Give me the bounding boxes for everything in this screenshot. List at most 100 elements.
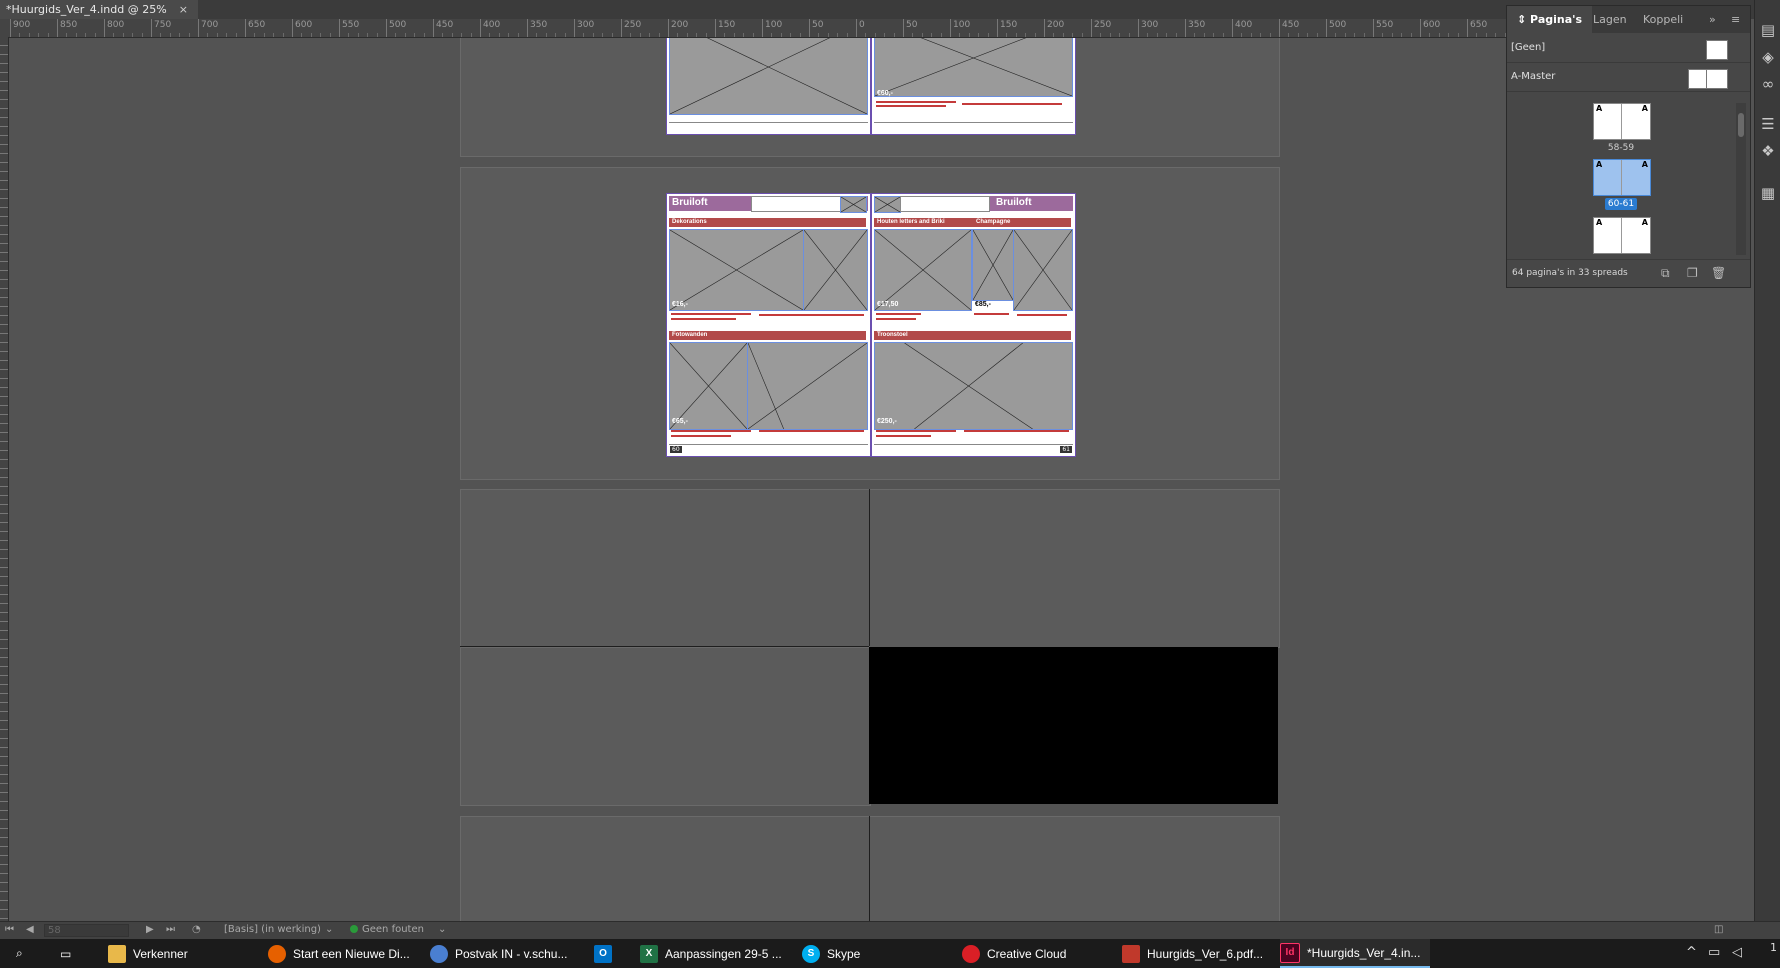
text-frame[interactable] (974, 313, 1009, 315)
text-frame[interactable] (962, 103, 1062, 105)
first-page-icon[interactable]: ⏮ (5, 924, 14, 935)
text-frame[interactable] (876, 313, 921, 315)
chevron-up-icon[interactable]: ^ (1686, 945, 1697, 960)
text-frame[interactable] (671, 430, 751, 432)
text-frame[interactable] (876, 318, 916, 320)
close-tab-icon[interactable]: × (179, 0, 188, 19)
chevron-down-icon[interactable]: ⌄ (438, 924, 446, 935)
stroke-panel-icon[interactable]: ☰ (1758, 114, 1778, 134)
text-frame[interactable] (671, 435, 731, 437)
network-icon[interactable]: ▭ (1708, 945, 1720, 960)
panel-menu-icon[interactable]: ≡ (1731, 6, 1740, 33)
links-panel-icon[interactable]: ∞ (1758, 74, 1778, 94)
image-placeholder[interactable] (803, 229, 868, 311)
image-placeholder[interactable] (874, 196, 901, 213)
taskbar-app-firefox[interactable]: Start een Nieuwe Di... (268, 939, 410, 968)
open-page-icon[interactable]: ◔ (192, 924, 201, 935)
page-number-field[interactable]: 58 (44, 924, 129, 937)
text-frame[interactable] (964, 430, 1069, 432)
spread-60-61[interactable]: Bruiloft Dekorations €16,- Fotowanden €6… (666, 193, 1076, 457)
image-placeholder[interactable] (840, 196, 867, 213)
text-frame[interactable] (671, 318, 736, 320)
pages-panel-icon[interactable]: ▤ (1758, 20, 1778, 40)
taskbar-app-skype[interactable]: S Skype (802, 939, 860, 968)
text-frame[interactable] (671, 313, 751, 315)
tab-pages[interactable]: ⇕ Pagina's (1507, 6, 1593, 33)
page-59[interactable]: €60,- (872, 38, 1075, 134)
empty-page[interactable] (869, 816, 1280, 921)
master-thumbnail-right[interactable] (1706, 69, 1728, 89)
new-page-icon[interactable]: ❐ (1687, 266, 1698, 280)
empty-page[interactable] (460, 816, 871, 921)
image-placeholder[interactable] (874, 38, 1073, 97)
image-placeholder[interactable] (1013, 229, 1073, 311)
page-thumbnails-list[interactable]: A A 58-59 A A 60-61 A A (1507, 103, 1737, 255)
text-frame[interactable] (759, 430, 864, 432)
empty-page[interactable] (869, 489, 1280, 648)
empty-page[interactable] (460, 489, 871, 648)
text-frame[interactable] (759, 314, 864, 316)
ruler-minor-tick (1062, 33, 1064, 37)
taskbar-app-acrobat[interactable]: Huurgids_Ver_6.pdf... (1122, 939, 1263, 968)
taskbar-app-creative-cloud[interactable]: Creative Cloud (962, 939, 1066, 968)
horizontal-ruler[interactable]: 900 850 800 750 700 650 600 550 500 450 400 350 300 2… (8, 19, 1506, 38)
text-frame[interactable] (876, 105, 946, 107)
tab-links[interactable]: Koppeli (1643, 6, 1683, 33)
master-none[interactable]: [Geen] (1507, 34, 1750, 63)
image-placeholder[interactable] (874, 342, 1073, 430)
spread-58-59[interactable]: €60,- (666, 38, 1076, 135)
pasteboard[interactable]: €60,- Bruiloft Dekorations €16,- Fotowan… (9, 38, 1506, 921)
vertical-ruler[interactable] (0, 37, 9, 921)
ruler-minor-tick (320, 33, 322, 37)
taskbar-app-excel[interactable]: X Aanpassingen 29-5 ... (640, 939, 782, 968)
ruler-corner[interactable] (0, 19, 8, 37)
scroll-thumb[interactable] (1738, 113, 1744, 137)
master-status[interactable]: [Basis] (in werking) (224, 924, 321, 935)
page-61[interactable]: Bruiloft Houten letters and Briki Champa… (872, 194, 1075, 456)
image-placeholder[interactable] (972, 229, 1014, 301)
split-window-icon[interactable]: ◫ (1714, 924, 1723, 935)
black-page[interactable] (869, 647, 1278, 804)
text-frame[interactable] (876, 435, 931, 437)
chevron-down-icon[interactable]: ⌄ (325, 924, 333, 935)
spread-thumbnail-62-63[interactable]: A A (1593, 217, 1651, 254)
preflight-status[interactable]: Geen fouten (350, 924, 424, 935)
image-placeholder[interactable] (874, 229, 972, 311)
expand-panel-icon[interactable]: » (1709, 6, 1716, 33)
document-tab[interactable]: *Huurgids_Ver_4.indd @ 25% × (0, 0, 198, 19)
layers-panel-icon[interactable]: ◈ (1758, 47, 1778, 67)
image-placeholder[interactable] (669, 38, 868, 115)
task-view-icon[interactable]: ▭ (60, 939, 71, 968)
page-number: 60 (670, 446, 682, 453)
taskbar-app-indesign[interactable]: Id *Huurgids_Ver_4.in... (1280, 939, 1431, 968)
page-58[interactable] (667, 38, 870, 134)
taskbar-app-explorer[interactable]: Verkenner (108, 939, 188, 968)
taskbar-app-outlook[interactable]: O (594, 939, 612, 968)
next-page-icon[interactable]: ▶ (146, 924, 154, 935)
clock[interactable]: 1 (1770, 941, 1777, 954)
text-frame[interactable] (876, 101, 956, 103)
page-60[interactable]: Bruiloft Dekorations €16,- Fotowanden €6… (667, 194, 870, 456)
swatches-panel-icon[interactable]: ❖ (1758, 141, 1778, 161)
tab-layers[interactable]: Lagen (1593, 6, 1627, 33)
spread-thumbnail-58-59[interactable]: A A (1593, 103, 1651, 140)
master-a[interactable]: A-Master (1507, 63, 1750, 92)
previous-page-icon[interactable]: ◀ (26, 924, 34, 935)
pages-scrollbar[interactable] (1736, 103, 1746, 255)
last-page-icon[interactable]: ⏭ (166, 924, 175, 935)
image-placeholder[interactable] (669, 229, 804, 311)
master-thumbnail[interactable] (1706, 40, 1728, 60)
taskbar-app-chrome-mail[interactable]: Postvak IN - v.schu... (430, 939, 567, 968)
trash-icon[interactable]: 🗑 (1711, 266, 1726, 280)
spread-thumbnail-60-61[interactable]: A A (1593, 159, 1651, 196)
image-placeholder[interactable] (747, 342, 868, 430)
text-wrap-panel-icon[interactable]: ▦ (1758, 183, 1778, 203)
volume-icon[interactable]: ◁ (1732, 945, 1742, 960)
image-placeholder[interactable] (669, 342, 748, 430)
empty-page[interactable] (460, 647, 871, 806)
edit-page-size-icon[interactable]: ⧉ (1661, 266, 1670, 281)
text-frame[interactable] (876, 430, 956, 432)
ruler-minor-tick (790, 33, 792, 37)
search-icon[interactable]: ⌕ (16, 939, 23, 968)
text-frame[interactable] (1017, 314, 1067, 316)
